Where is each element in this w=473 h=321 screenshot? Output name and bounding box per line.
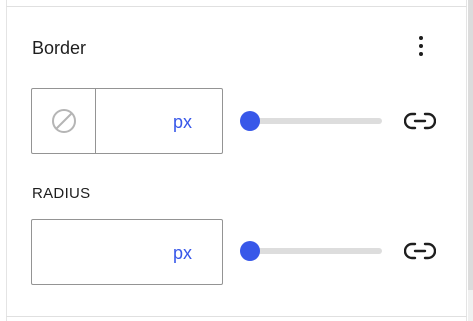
more-options-button[interactable] <box>408 31 434 63</box>
panel-left-edge <box>6 0 7 321</box>
panel-title: Border <box>32 38 87 58</box>
border-slider-thumb[interactable] <box>240 111 260 131</box>
border-style-button[interactable] <box>32 89 96 153</box>
radius-unit-label[interactable]: px <box>173 242 192 264</box>
border-unit-label[interactable]: px <box>173 111 192 133</box>
border-settings-panel: Border px RADIUS px <box>0 0 473 321</box>
radius-label: RADIUS <box>32 185 91 202</box>
border-slider-track <box>240 118 382 124</box>
link-corners-button[interactable] <box>403 239 437 263</box>
link-icon <box>403 112 437 130</box>
border-width-control: px <box>31 88 223 154</box>
vertical-ellipsis-icon <box>419 36 423 40</box>
border-width-slider[interactable] <box>240 111 382 131</box>
radius-slider-thumb[interactable] <box>240 241 260 261</box>
bottom-divider <box>6 316 467 317</box>
top-divider <box>6 6 467 7</box>
border-width-input[interactable] <box>97 89 222 153</box>
radius-slider[interactable] <box>240 241 382 261</box>
radius-input[interactable]: px <box>31 219 223 285</box>
link-icon <box>403 242 437 260</box>
link-sides-button[interactable] <box>403 109 437 133</box>
radius-slider-track <box>240 248 382 254</box>
scrollbar-thumb[interactable] <box>468 0 473 290</box>
panel-right-edge <box>466 0 467 321</box>
no-style-icon <box>52 109 76 133</box>
